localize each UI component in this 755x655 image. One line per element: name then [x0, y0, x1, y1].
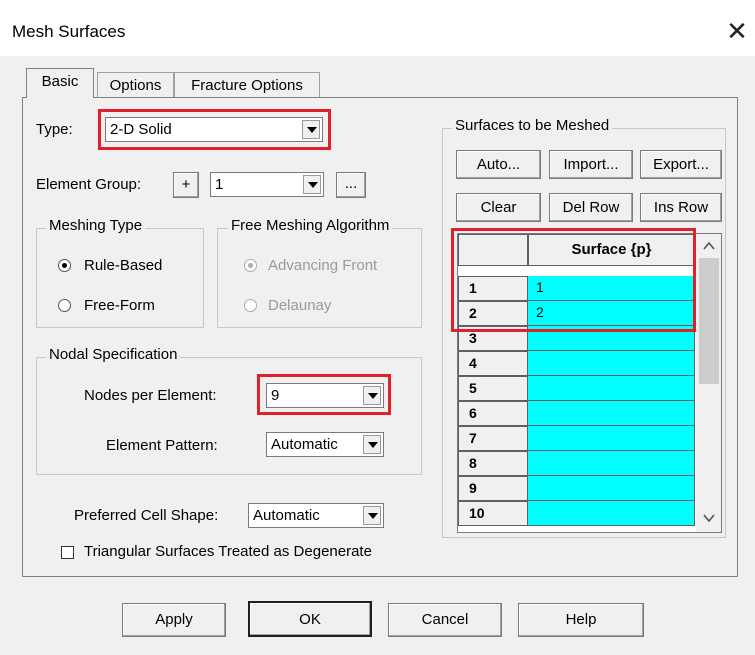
del-row-button[interactable]: Del Row [549, 193, 633, 222]
element-group-value: 1 [215, 176, 224, 193]
meshing-type-title: Meshing Type [46, 217, 146, 234]
highlight-box [257, 374, 391, 415]
chevron-up-icon[interactable] [701, 240, 717, 252]
radio-rule-based[interactable] [58, 259, 71, 272]
tab-options[interactable]: Options [97, 72, 174, 98]
element-group-label: Element Group: [36, 176, 142, 193]
free-meshing-title: Free Meshing Algorithm [228, 217, 393, 234]
element-pattern-label: Element Pattern: [106, 437, 218, 454]
advancing-front-label: Advancing Front [268, 257, 378, 274]
radio-advancing-front[interactable] [244, 259, 257, 272]
row-header[interactable]: 10 [458, 501, 528, 526]
surfaces-title: Surfaces to be Meshed [452, 117, 613, 134]
chevron-down-icon[interactable] [303, 175, 321, 194]
element-pattern-select[interactable]: Automatic [266, 432, 384, 457]
degenerate-checkbox[interactable] [61, 546, 74, 559]
element-group-select[interactable]: 1 [210, 172, 324, 197]
delaunay-label: Delaunay [268, 297, 332, 314]
element-group-browse-button[interactable]: ... [336, 172, 366, 198]
chevron-down-icon[interactable] [363, 435, 381, 454]
window-title: Mesh Surfaces [12, 22, 126, 41]
plus-icon: + [181, 176, 191, 193]
row-header[interactable]: 9 [458, 476, 528, 501]
export-button[interactable]: Export... [640, 150, 722, 179]
radio-delaunay[interactable] [244, 299, 257, 312]
surface-cell[interactable] [528, 426, 695, 451]
row-header[interactable]: 7 [458, 426, 528, 451]
add-element-group-button[interactable]: + [173, 172, 199, 198]
tab-fracture-options[interactable]: Fracture Options [174, 72, 320, 98]
surface-cell[interactable] [528, 451, 695, 476]
ins-row-button[interactable]: Ins Row [640, 193, 722, 222]
cell-shape-value: Automatic [253, 507, 320, 524]
ok-button[interactable]: OK [248, 601, 372, 637]
rule-based-label: Rule-Based [84, 257, 163, 274]
row-header[interactable]: 5 [458, 376, 528, 401]
scrollbar-thumb[interactable] [699, 258, 719, 384]
surface-cell[interactable] [528, 376, 695, 401]
tab-basic[interactable]: Basic [26, 68, 94, 98]
free-form-label: Free-Form [84, 297, 155, 314]
nodal-spec-title: Nodal Specification [46, 346, 181, 363]
element-pattern-value: Automatic [271, 436, 338, 453]
nodes-per-element-label: Nodes per Element: [84, 387, 217, 404]
cell-shape-select[interactable]: Automatic [248, 503, 384, 528]
row-header[interactable]: 8 [458, 451, 528, 476]
highlight-box [98, 109, 331, 150]
surface-cell[interactable] [528, 476, 695, 501]
degenerate-label: Triangular Surfaces Treated as Degenerat… [84, 543, 372, 560]
close-icon[interactable]: ✕ [722, 14, 752, 48]
apply-button[interactable]: Apply [122, 603, 226, 637]
help-button[interactable]: Help [518, 603, 644, 637]
surface-cell[interactable] [528, 351, 695, 376]
chevron-down-icon[interactable] [363, 506, 381, 525]
highlight-box [451, 228, 696, 332]
cell-shape-label: Preferred Cell Shape: [74, 507, 219, 524]
surface-cell[interactable] [528, 401, 695, 426]
import-button[interactable]: Import... [549, 150, 633, 179]
chevron-down-icon[interactable] [701, 512, 717, 524]
row-header[interactable]: 6 [458, 401, 528, 426]
surface-cell[interactable] [528, 501, 695, 526]
cancel-button[interactable]: Cancel [388, 603, 502, 637]
auto-button[interactable]: Auto... [456, 150, 541, 179]
clear-button[interactable]: Clear [456, 193, 541, 222]
radio-free-form[interactable] [58, 299, 71, 312]
type-label: Type: [36, 121, 73, 138]
row-header[interactable]: 4 [458, 351, 528, 376]
